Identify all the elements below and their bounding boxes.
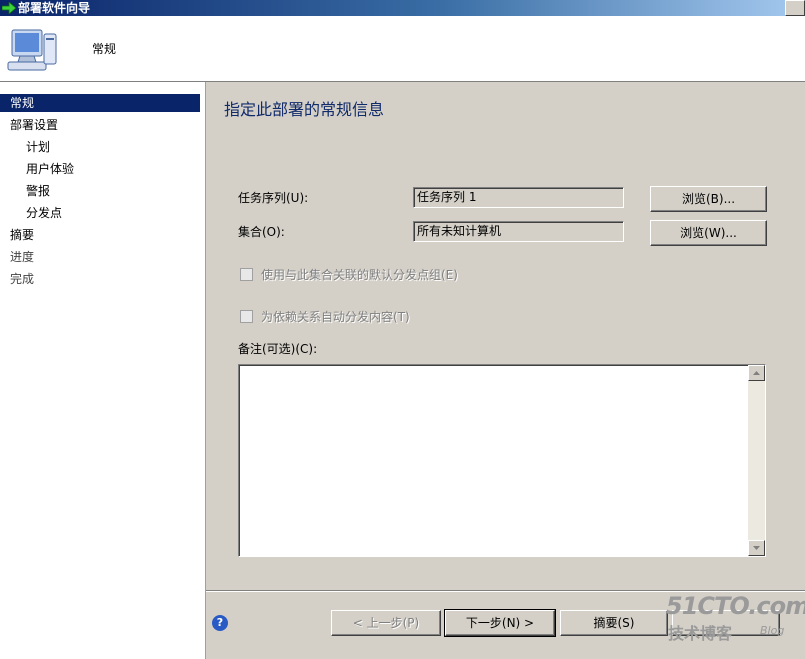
default-dp-group-option[interactable]: 使用与此集合关联的默认分发点组(E) — [240, 266, 458, 283]
window-title: 部署软件向导 — [18, 1, 91, 15]
next-button[interactable]: 下一步(N) > — [444, 609, 556, 637]
site-watermark: 51CTO.com 技术博客 Blog — [666, 592, 805, 652]
sidebar-item-summary[interactable]: 摘要 — [0, 226, 200, 244]
help-icon[interactable]: ? — [212, 615, 228, 631]
watermark-blog: Blog — [760, 624, 785, 637]
scroll-down-button[interactable] — [748, 540, 765, 556]
collection-field[interactable]: 所有未知计算机 — [413, 221, 624, 242]
close-button[interactable] — [785, 0, 805, 16]
sidebar-item-user-experience[interactable]: 用户体验 — [26, 160, 74, 178]
browse-collection-button[interactable]: 浏览(W)... — [650, 220, 767, 246]
summary-button[interactable]: 摘要(S) — [560, 610, 668, 636]
sidebar-item-schedule[interactable]: 计划 — [26, 138, 50, 156]
header-title: 常规 — [92, 42, 117, 56]
sidebar-item-deployment-settings[interactable]: 部署设置 — [0, 116, 200, 134]
default-dp-group-label: 使用与此集合关联的默认分发点组(E) — [261, 268, 458, 282]
default-dp-group-checkbox[interactable] — [240, 268, 253, 281]
scroll-up-button[interactable] — [748, 365, 765, 381]
watermark-subtitle: 技术博客 — [668, 624, 733, 643]
sidebar-item-completion: 完成 — [10, 272, 35, 286]
wizard-header: 常规 — [0, 16, 805, 82]
sidebar-item-distribution-points[interactable]: 分发点 — [26, 204, 62, 222]
browse-task-sequence-button[interactable]: 浏览(B)... — [650, 186, 767, 212]
wizard-sidebar: 常规 部署设置 计划 用户体验 警报 分发点 摘要 进度 完成 — [0, 82, 206, 659]
arrow-down-icon — [753, 546, 760, 550]
wizard-content: 指定此部署的常规信息 任务序列(U): 任务序列 1 浏览(B)... 集合(O… — [206, 82, 805, 659]
computer-icon — [7, 29, 57, 71]
sidebar-item-alerts[interactable]: 警报 — [26, 182, 50, 200]
prev-button[interactable]: < 上一步(P) — [331, 610, 441, 636]
task-sequence-label: 任务序列(U): — [238, 191, 309, 205]
watermark-site: 51CTO.com — [666, 592, 805, 620]
comments-scrollbar[interactable] — [748, 365, 765, 556]
sidebar-item-general[interactable]: 常规 — [0, 94, 200, 112]
collection-label: 集合(O): — [238, 225, 285, 239]
auto-distribute-option[interactable]: 为依赖关系自动分发内容(T) — [240, 308, 410, 325]
page-heading: 指定此部署的常规信息 — [224, 100, 385, 119]
auto-distribute-label: 为依赖关系自动分发内容(T) — [261, 310, 410, 324]
arrow-up-icon — [753, 371, 760, 375]
comments-label: 备注(可选)(C): — [238, 342, 318, 356]
auto-distribute-checkbox[interactable] — [240, 310, 253, 323]
arrow-right-icon — [2, 2, 16, 14]
comments-textarea[interactable] — [238, 364, 766, 557]
sidebar-item-progress: 进度 — [10, 250, 35, 264]
task-sequence-field[interactable]: 任务序列 1 — [413, 187, 624, 208]
title-bar: 部署软件向导 — [0, 0, 805, 16]
